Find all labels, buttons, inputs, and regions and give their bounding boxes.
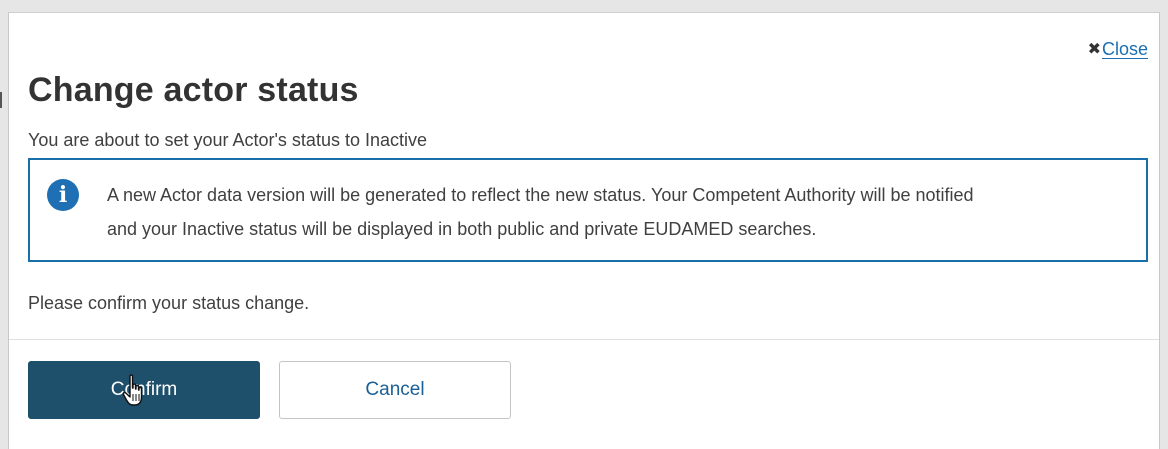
info-message-box: i A new Actor data version will be gener… [28, 158, 1148, 262]
close-icon: ✖ [1087, 40, 1101, 58]
close-label: Close [1101, 39, 1148, 59]
close-button[interactable]: ✖ Close [1088, 39, 1148, 60]
confirm-prompt: Please confirm your status change. [28, 293, 310, 313]
change-status-dialog: ✖ Close Change actor status You are abou… [8, 12, 1160, 449]
info-message: A new Actor data version will be generat… [107, 178, 1126, 246]
info-message-line-1: A new Actor data version will be generat… [107, 185, 974, 205]
info-icon: i [47, 179, 79, 211]
dialog-subtitle: You are about to set your Actor's status… [28, 130, 428, 150]
dialog-title: Change actor status [28, 71, 359, 109]
footer-divider [9, 339, 1159, 340]
info-message-line-2: and your Inactive status will be display… [107, 219, 817, 239]
cancel-button[interactable]: Cancel [279, 361, 511, 419]
background-edge-mark [0, 92, 2, 108]
confirm-button[interactable]: Confirm [28, 361, 260, 419]
